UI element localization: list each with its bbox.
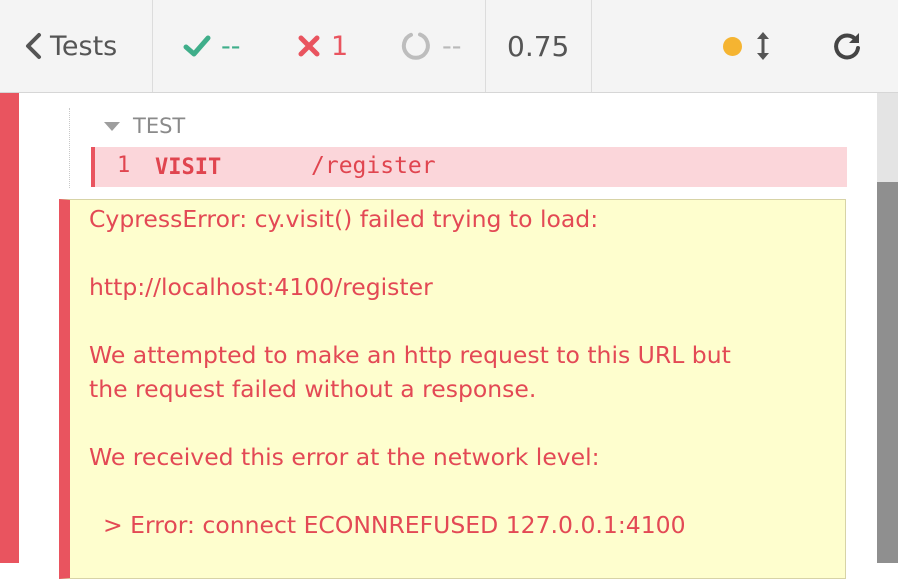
run-controls bbox=[723, 0, 771, 92]
command-number: 1 bbox=[117, 153, 131, 178]
failed-count: 1 bbox=[297, 0, 348, 92]
back-to-tests-button[interactable]: Tests bbox=[22, 0, 117, 92]
caret-down-icon bbox=[104, 121, 120, 131]
failed-value: 1 bbox=[331, 30, 349, 62]
reporter-header: Tests -- 1 -- 0.75 bbox=[0, 0, 898, 93]
circle-notch-icon bbox=[401, 32, 430, 60]
status-dot-icon bbox=[723, 36, 742, 56]
resize-vertical-icon[interactable] bbox=[755, 30, 771, 62]
command-message: /register bbox=[311, 153, 436, 179]
test-section-toggle[interactable]: TEST bbox=[104, 113, 185, 139]
error-message-line: We attempted to make an http request to … bbox=[89, 341, 731, 369]
duration: 0.75 bbox=[507, 29, 570, 63]
check-icon bbox=[183, 35, 211, 57]
error-detail: > Error: connect ECONNREFUSED 127.0.0.1:… bbox=[103, 511, 686, 539]
reload-button[interactable] bbox=[832, 0, 862, 92]
chevron-left-icon bbox=[26, 33, 41, 59]
command-row[interactable]: 1 VISIT /register bbox=[91, 147, 847, 187]
divider bbox=[152, 0, 153, 92]
passed-count: -- bbox=[183, 0, 241, 92]
failed-status-bar bbox=[0, 93, 19, 563]
scrollbar-thumb[interactable] bbox=[877, 182, 898, 563]
error-message-line: the request failed without a response. bbox=[89, 375, 537, 403]
pending-count: -- bbox=[400, 0, 462, 92]
back-label: Tests bbox=[50, 30, 118, 62]
reload-icon bbox=[834, 33, 860, 60]
divider bbox=[485, 0, 486, 92]
x-icon bbox=[298, 35, 320, 57]
pending-value: -- bbox=[442, 30, 462, 62]
test-section-label: TEST bbox=[133, 114, 186, 138]
error-message-line: We received this error at the network le… bbox=[89, 443, 600, 471]
command-name: VISIT bbox=[155, 155, 222, 180]
error-url: http://localhost:4100/register bbox=[89, 273, 433, 301]
divider bbox=[591, 0, 592, 92]
passed-value: -- bbox=[221, 30, 241, 62]
tree-guide bbox=[69, 108, 70, 188]
error-title: CypressError: cy.visit() failed trying t… bbox=[89, 205, 599, 233]
